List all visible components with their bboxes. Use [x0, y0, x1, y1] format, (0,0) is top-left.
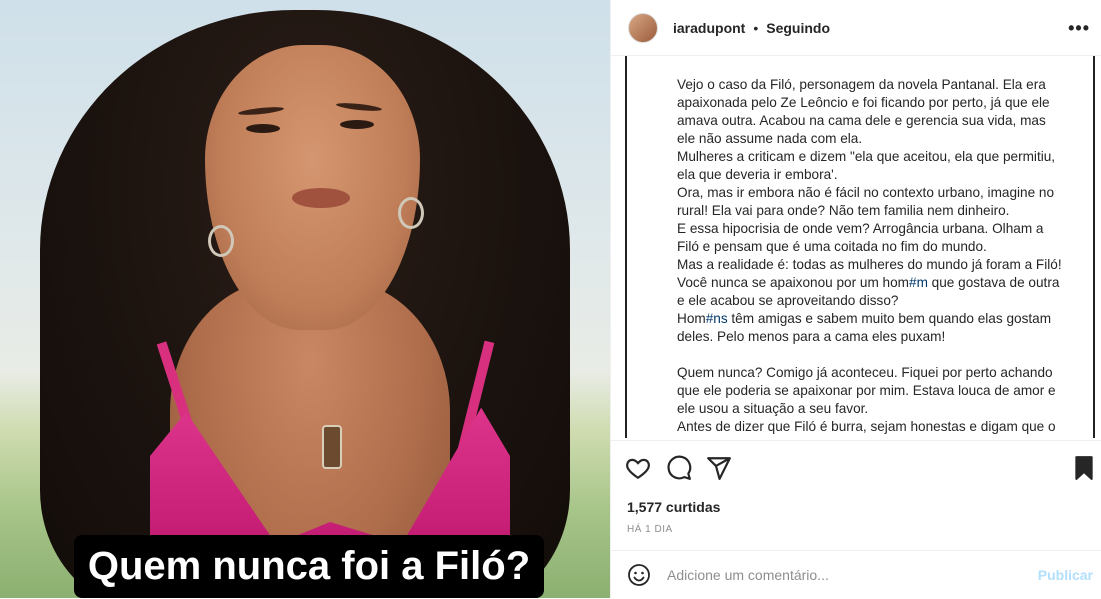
right-eye	[340, 120, 374, 129]
left-earring	[208, 225, 234, 257]
avatar[interactable]	[628, 12, 658, 43]
hashtag-link[interactable]: #m	[909, 275, 928, 290]
more-options-icon[interactable]: •••	[1068, 18, 1090, 39]
caption-text: Vejo o caso da Filó, personagem da novel…	[677, 76, 1067, 436]
image-overlay-text: Quem nunca foi a Filó?	[74, 535, 544, 598]
likes-count[interactable]: 1,577 curtidas	[627, 499, 720, 515]
heart-icon[interactable]	[625, 455, 651, 481]
caption-scroll-area[interactable]: Vejo o caso da Filó, personagem da novel…	[625, 56, 1095, 438]
separator-dot: •	[753, 19, 759, 36]
caption-paragraph: Antes de dizer que Filó é burra, sejam h…	[677, 419, 1056, 434]
publish-button[interactable]: Publicar	[1038, 567, 1093, 583]
caption-paragraph: Ora, mas ir embora não é fácil no contex…	[677, 185, 1055, 218]
post-side-panel: iaradupont • Seguindo ••• Vejo o caso da…	[610, 0, 1101, 598]
caption-paragraph: Quem nunca? Comigo já aconteceu. Fiquei …	[677, 365, 1056, 416]
comment-icon[interactable]	[666, 455, 692, 481]
post-header: iaradupont • Seguindo •••	[611, 0, 1101, 56]
caption-paragraph: Vejo o caso da Filó, personagem da novel…	[677, 77, 1050, 146]
paper-plane-icon[interactable]	[706, 455, 732, 481]
post-time[interactable]: HÁ 1 DIA	[627, 524, 673, 535]
emoji-icon[interactable]	[627, 563, 651, 587]
right-earring	[398, 197, 424, 229]
post-image[interactable]: Quem nunca foi a Filó?	[0, 0, 610, 598]
caption-paragraph: Você nunca se apaixonou por um hom#m que…	[677, 274, 1067, 310]
hashtag-link[interactable]: #ns	[706, 311, 728, 326]
caption-paragraph: Mulheres a criticam e dizem "ela que ace…	[677, 149, 1056, 182]
caption-fragment: têm amigas e sabem muito bem quando elas…	[677, 311, 1052, 344]
username[interactable]: iaradupont	[673, 20, 745, 36]
comment-input[interactable]	[665, 566, 1009, 584]
action-bar	[611, 440, 1101, 496]
following-button[interactable]: Seguindo	[766, 20, 830, 36]
bookmark-icon[interactable]	[1071, 455, 1097, 481]
caption-paragraph: Hom#ns têm amigas e sabem muito bem quan…	[677, 310, 1067, 346]
caption-fragment: Hom	[677, 311, 706, 326]
caption-paragraph: E essa hipocrisia de onde vem? Arrogânci…	[677, 221, 1044, 254]
overlay-text: Quem nunca foi a Filó?	[87, 544, 531, 588]
comment-bar: Publicar	[611, 550, 1101, 599]
caption-paragraph: Mas a realidade é: todas as mulheres do …	[677, 257, 1062, 272]
caption-fragment: Você nunca se apaixonou por um hom	[677, 275, 910, 290]
pendant	[322, 425, 342, 469]
lips	[292, 188, 350, 208]
left-eye	[246, 124, 280, 133]
